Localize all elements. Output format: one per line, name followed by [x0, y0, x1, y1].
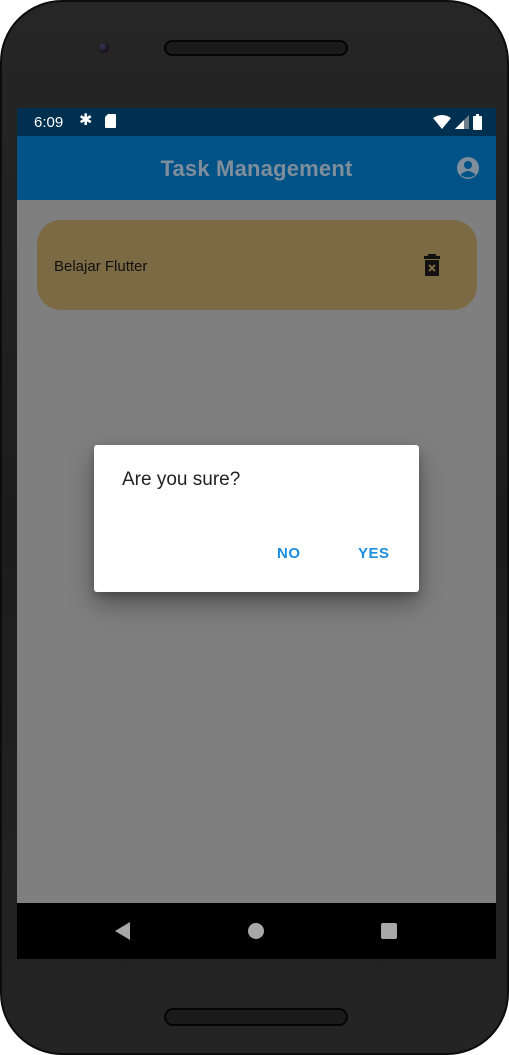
no-button[interactable]: NO [277, 545, 301, 562]
delete-forever-icon[interactable] [423, 254, 441, 276]
task-card[interactable]: Belajar Flutter [37, 220, 477, 310]
earpiece-speaker [164, 40, 348, 56]
status-icons [433, 113, 482, 131]
sd-card-icon [105, 114, 116, 128]
yes-button[interactable]: YES [358, 545, 390, 562]
confirm-dialog: Are you sure? NO YES [94, 445, 419, 592]
status-time: 6:09 [34, 114, 64, 131]
phone-frame: 6:09 ✱ Task Management Belajar Flutter A… [0, 0, 509, 1055]
home-icon[interactable] [248, 923, 264, 939]
wifi-icon [433, 115, 451, 129]
front-camera [98, 42, 109, 53]
account-circle-icon[interactable] [456, 156, 480, 180]
task-label: Belajar Flutter [54, 258, 148, 275]
bottom-speaker [164, 1008, 348, 1026]
status-bar: 6:09 ✱ [17, 108, 496, 136]
battery-icon [473, 114, 482, 130]
system-navigation-bar [17, 903, 496, 959]
signal-icon [455, 115, 469, 129]
back-icon[interactable] [115, 922, 130, 940]
recents-icon[interactable] [381, 923, 397, 939]
app-bar: Task Management [17, 136, 496, 200]
screen: 6:09 ✱ Task Management Belajar Flutter A… [17, 108, 496, 959]
dialog-message: Are you sure? [122, 469, 241, 490]
gear-icon: ✱ [79, 112, 93, 129]
app-title: Task Management [160, 156, 353, 181]
